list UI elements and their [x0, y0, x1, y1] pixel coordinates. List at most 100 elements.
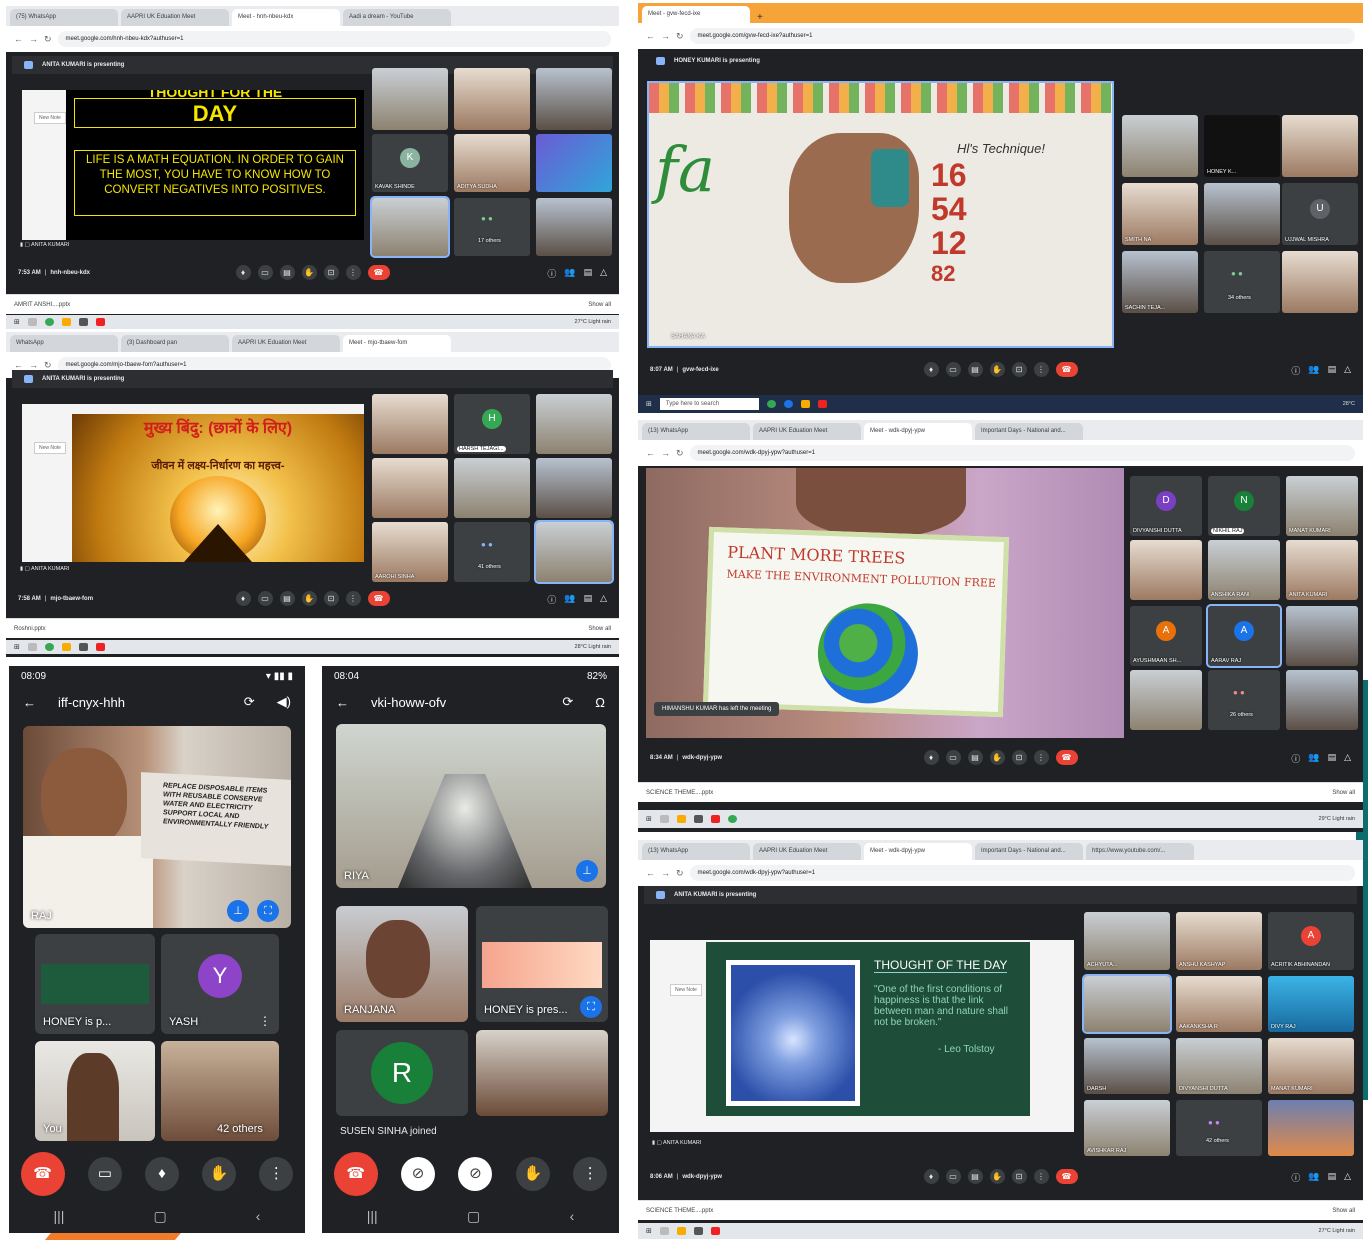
participant-tile[interactable] — [536, 458, 612, 518]
participant-tile[interactable]: HONEY is p... — [35, 934, 155, 1034]
more-options-icon[interactable]: ⋮ — [1033, 750, 1049, 765]
participant-tile[interactable] — [536, 394, 612, 454]
folder-icon[interactable] — [676, 1227, 686, 1235]
raise-hand-icon[interactable]: ✋ — [515, 1157, 550, 1191]
tab-meet[interactable]: Meet - wdk-dpyj-ypw — [864, 423, 972, 440]
raise-hand-icon[interactable]: ✋ — [989, 1169, 1005, 1184]
new-tab-icon[interactable]: + — [753, 12, 767, 23]
tab-whatsapp[interactable]: (13) WhatsApp — [642, 423, 750, 440]
participant-tile[interactable] — [1130, 670, 1202, 730]
tab-meet[interactable]: Meet - hnh-nbeu-kdx — [232, 9, 340, 26]
participant-tile[interactable] — [536, 68, 612, 130]
end-call-button[interactable]: ☎ — [1055, 750, 1078, 765]
participant-tile[interactable] — [1282, 251, 1358, 313]
back-icon[interactable]: ← — [646, 868, 655, 878]
participant-tile[interactable]: A AYUSHMAAN SH... — [1130, 606, 1202, 666]
participant-tile[interactable]: AAKANKSHA R — [1176, 976, 1262, 1032]
camera-icon[interactable]: ▭ — [945, 362, 961, 377]
chat-icon[interactable]: ▤ — [584, 267, 593, 280]
participant-tile[interactable]: RANJANA — [336, 906, 468, 1022]
present-icon[interactable]: ⊡ — [323, 265, 339, 280]
present-icon[interactable]: ⊡ — [323, 591, 339, 606]
present-icon[interactable]: ⊡ — [1011, 750, 1027, 765]
download-item[interactable]: Roshni.pptx — [14, 626, 46, 632]
more-options-icon[interactable]: ⋮ — [259, 1157, 294, 1191]
pin-icon[interactable]: ▮ ▢ — [20, 566, 31, 572]
camera-icon[interactable]: ▭ — [945, 1169, 961, 1184]
back-icon[interactable]: ← — [14, 360, 23, 370]
main-video-tile[interactable]: RIYA ⊥ — [336, 724, 606, 888]
participant-tile[interactable] — [454, 458, 530, 518]
tab-youtube[interactable]: Aadi a dream - YouTube — [343, 9, 451, 26]
others-tile[interactable]: ● ● 26 others — [1208, 670, 1280, 730]
raise-hand-icon[interactable]: ✋ — [202, 1157, 237, 1191]
opera-icon[interactable] — [95, 318, 105, 326]
back-icon[interactable]: ‹ — [570, 1208, 575, 1224]
search-icon[interactable] — [27, 643, 37, 651]
camera-icon[interactable]: ▭ — [87, 1157, 122, 1191]
activities-icon[interactable]: △ — [1344, 752, 1351, 765]
back-arrow-icon[interactable]: ← — [336, 695, 349, 710]
activities-icon[interactable]: △ — [600, 593, 607, 606]
windows-icon[interactable]: ⊞ — [646, 1227, 652, 1235]
captions-icon[interactable]: ▤ — [967, 750, 983, 765]
url-field[interactable]: meet.google.com/hnh-nbeu-kdx?authuser=1 — [57, 31, 611, 47]
windows-icon[interactable]: ⊞ — [646, 400, 652, 408]
download-item[interactable]: SCIENCE THEME....pptx — [646, 1208, 713, 1214]
activities-icon[interactable]: △ — [1344, 1171, 1351, 1184]
tab-meet[interactable]: Meet - gvw-fecd-ixe — [642, 6, 750, 23]
end-call-button[interactable]: ☎ — [367, 265, 390, 280]
store-icon[interactable] — [693, 1227, 703, 1235]
more-options-icon[interactable]: ⋮ — [345, 591, 361, 606]
participant-tile[interactable] — [1122, 115, 1198, 177]
others-tile[interactable]: 42 others — [161, 1041, 279, 1141]
mic-icon[interactable]: ♦ — [923, 1169, 939, 1184]
people-icon[interactable]: 👥 — [1308, 364, 1319, 377]
search-icon[interactable] — [27, 318, 37, 326]
participant-tile[interactable] — [1204, 183, 1280, 245]
raise-hand-icon[interactable]: ✋ — [989, 362, 1005, 377]
participant-tile[interactable]: AVISHKAR RAJ — [1084, 1100, 1170, 1156]
activities-icon[interactable]: △ — [1344, 364, 1351, 377]
people-icon[interactable]: 👥 — [564, 593, 575, 606]
pin-icon[interactable]: ▮ ▢ — [20, 242, 31, 248]
tab-aapri[interactable]: AAPRI UK Eduation Meet — [232, 335, 340, 352]
chrome-icon[interactable] — [44, 318, 54, 326]
tab-meet[interactable]: Meet - wdk-dpyj-ypw — [864, 843, 972, 860]
home-icon[interactable]: ▢ — [153, 1208, 166, 1225]
search-icon[interactable] — [659, 815, 669, 823]
chrome-icon[interactable] — [44, 643, 54, 651]
participant-tile[interactable]: DIVYANSHI DUTTA — [1176, 1038, 1262, 1094]
folder-icon[interactable] — [800, 400, 810, 408]
participant-tile[interactable] — [476, 1030, 608, 1116]
others-tile[interactable]: ● ● 17 others — [454, 198, 530, 256]
back-icon[interactable]: ← — [14, 34, 23, 44]
participant-tile[interactable]: HONEY K... — [1204, 115, 1280, 177]
edge-icon[interactable] — [783, 400, 793, 408]
end-call-button[interactable]: ☎ — [367, 591, 390, 606]
participant-tile[interactable]: ADITYA SUDHA — [454, 134, 530, 192]
mic-off-icon[interactable]: ⊘ — [458, 1157, 493, 1191]
opera-icon[interactable] — [817, 400, 827, 408]
people-icon[interactable]: 👥 — [1308, 752, 1319, 765]
tab-whatsapp[interactable]: (75) WhatsApp — [10, 9, 118, 26]
store-icon[interactable] — [693, 815, 703, 823]
recents-icon[interactable]: ||| — [367, 1208, 378, 1224]
chat-icon[interactable]: ▤ — [1328, 1171, 1337, 1184]
participant-tile[interactable]: ANSHU KASHYAP — [1176, 912, 1262, 970]
tab-meet[interactable]: Meet - mjo-tbaew-fom — [343, 335, 451, 352]
info-icon[interactable]: ⓘ — [547, 593, 556, 606]
forward-icon[interactable]: → — [29, 360, 38, 370]
taskbar-search[interactable]: Type here to search — [659, 398, 759, 410]
raise-hand-icon[interactable]: ✋ — [301, 265, 317, 280]
participant-tile[interactable] — [1268, 1100, 1354, 1156]
participant-tile[interactable]: MANAT KUMARI — [1268, 1038, 1354, 1094]
participant-tile[interactable] — [536, 198, 612, 256]
participant-tile[interactable]: ACHYUTA... — [1084, 912, 1170, 970]
tab-whatsapp[interactable]: (13) WhatsApp — [642, 843, 750, 860]
forward-icon[interactable]: → — [661, 31, 670, 41]
switch-camera-icon[interactable]: ⟳ — [244, 694, 255, 710]
tab-youtube[interactable]: https://www.youtube.com/... — [1086, 843, 1194, 860]
meeting-code[interactable]: vki-howw-ofv — [371, 695, 540, 710]
headphones-icon[interactable]: Ω — [595, 695, 605, 710]
